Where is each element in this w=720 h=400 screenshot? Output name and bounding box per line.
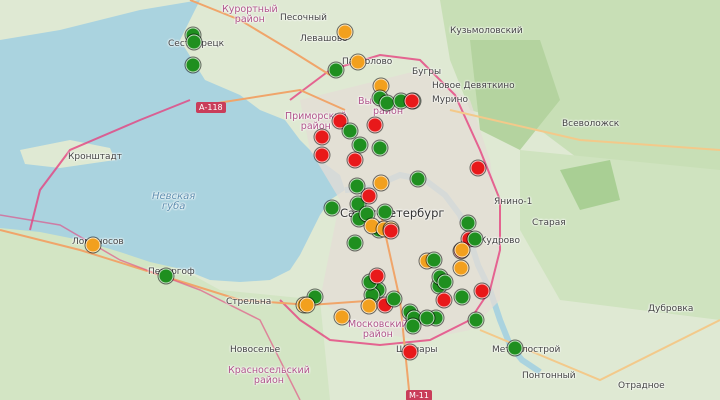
map-marker-red[interactable] [314, 129, 330, 145]
map-marker-red[interactable] [436, 292, 452, 308]
map-label-dubrovka: Дубровка [648, 304, 694, 314]
map-marker-red[interactable] [367, 117, 383, 133]
map-marker-green[interactable] [186, 34, 202, 50]
map-label-yanino: Янино-1 [494, 197, 533, 207]
map-marker-green[interactable] [377, 204, 393, 220]
map-marker-orange[interactable] [454, 242, 470, 258]
map-marker-green[interactable] [185, 57, 201, 73]
road-badge-a118: А-118 [196, 102, 226, 113]
map-marker-orange[interactable] [299, 297, 315, 313]
map-label-strelna: Стрельна [226, 297, 272, 307]
map-marker-red[interactable] [474, 283, 490, 299]
map-label-krasnoselsky: Красносельский район [228, 365, 310, 386]
map-marker-green[interactable] [372, 140, 388, 156]
map-marker-orange[interactable] [373, 175, 389, 191]
map-marker-red[interactable] [369, 268, 385, 284]
map-marker-red[interactable] [347, 152, 363, 168]
map-marker-red[interactable] [361, 188, 377, 204]
map-marker-orange[interactable] [334, 309, 350, 325]
map-marker-green[interactable] [328, 62, 344, 78]
map-marker-red[interactable] [404, 93, 420, 109]
map-marker-red[interactable] [402, 344, 418, 360]
map-marker-green[interactable] [405, 318, 421, 334]
map-marker-green[interactable] [468, 312, 484, 328]
map-marker-orange[interactable] [361, 298, 377, 314]
map-marker-green[interactable] [410, 171, 426, 187]
map-label-otradnoe: Отрадное [618, 381, 665, 391]
map-label-nevskaya-guba: Невская губа [152, 191, 196, 212]
map-marker-green[interactable] [379, 95, 395, 111]
map-marker-green[interactable] [437, 274, 453, 290]
map-marker-red[interactable] [470, 160, 486, 176]
map-canvas[interactable]: Курортный район Песочный Левашово Кузьмол… [0, 0, 720, 400]
map-marker-green[interactable] [419, 310, 435, 326]
map-label-novoselye: Новоселье [230, 345, 281, 355]
map-marker-green[interactable] [352, 137, 368, 153]
map-marker-green[interactable] [467, 231, 483, 247]
map-label-vsevolozhsk: Всеволожск [562, 119, 620, 129]
map-marker-green[interactable] [426, 252, 442, 268]
map-label-kurortny: Курортный район [222, 4, 278, 25]
map-marker-orange[interactable] [350, 54, 366, 70]
map-marker-green[interactable] [460, 215, 476, 231]
map-marker-green[interactable] [158, 268, 174, 284]
map-marker-orange[interactable] [453, 260, 469, 276]
map-marker-green[interactable] [454, 289, 470, 305]
map-label-pontonny: Понтонный [522, 371, 576, 381]
map-label-staraya: Старая [532, 218, 566, 228]
map-label-kuzmolovsky: Кузьмоловский [450, 26, 523, 36]
map-marker-green[interactable] [347, 235, 363, 251]
map-label-novoe-devyatkino: Новое Девяткино [432, 81, 515, 91]
map-marker-green[interactable] [342, 123, 358, 139]
map-marker-green[interactable] [324, 200, 340, 216]
map-marker-green[interactable] [386, 291, 402, 307]
map-marker-green[interactable] [507, 340, 523, 356]
map-label-moskovsky: Московский район [348, 319, 408, 340]
map-marker-red[interactable] [314, 147, 330, 163]
map-label-bugry: Бугры [412, 67, 442, 77]
map-label-metallostroy: Металлострой [492, 345, 561, 355]
map-label-murino: Мурино [432, 95, 469, 105]
map-label-kudrovo: Кудрово [480, 236, 520, 246]
road-badge-m11: М-11 [406, 390, 432, 400]
map-label-pesochny: Песочный [280, 13, 327, 23]
map-marker-orange[interactable] [337, 24, 353, 40]
map-marker-orange[interactable] [85, 237, 101, 253]
map-label-kronstadt: Кронштадт [68, 152, 122, 162]
map-marker-red[interactable] [383, 223, 399, 239]
